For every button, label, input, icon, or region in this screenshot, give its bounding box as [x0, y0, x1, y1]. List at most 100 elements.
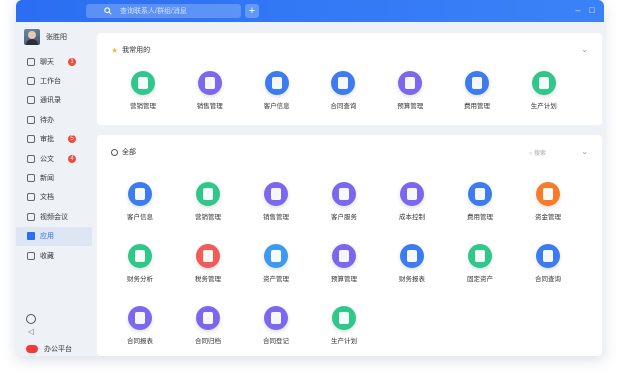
minimize-button[interactable]: –: [572, 4, 584, 16]
app-label: 费用管理: [464, 103, 490, 110]
avatar[interactable]: [24, 29, 40, 45]
sidebar-item-label: 新闻: [40, 175, 54, 183]
global-search-input[interactable]: 查询联系人/群组/消息: [86, 4, 241, 18]
all-apps-icon: [111, 148, 118, 156]
video-icon: [27, 212, 35, 221]
chevron-down-icon[interactable]: ⌄: [581, 45, 588, 54]
sidebar-item-video[interactable]: 视频会议: [16, 207, 92, 226]
app-tile[interactable]: 固定资产: [450, 244, 510, 283]
all-apps-title-text: 全部: [122, 149, 136, 156]
app-glyph: [472, 77, 482, 89]
sidebar-item-archive[interactable]: 文档: [16, 188, 92, 207]
archive-icon: [27, 193, 35, 202]
app-glyph: [204, 77, 215, 89]
sidebar-item-label: 聊天: [40, 58, 54, 66]
app-label: 合同登记: [263, 338, 289, 345]
app-tile[interactable]: 合同报表: [110, 306, 170, 345]
app-glyph: [543, 188, 553, 200]
app-tile[interactable]: 税务管理: [178, 244, 238, 283]
all-apps-title: 全部: [111, 147, 136, 157]
finance-analysis-icon: [128, 244, 152, 268]
apps-icon: [27, 232, 35, 241]
unread-badge: 4: [68, 154, 76, 163]
app-tile[interactable]: 合同查询: [313, 71, 373, 110]
app-tile[interactable]: 营销管理: [113, 71, 173, 110]
app-tile[interactable]: 销售管理: [180, 71, 240, 110]
add-button[interactable]: +: [245, 4, 259, 18]
sidebar-item-workbench[interactable]: 工作台: [16, 71, 92, 90]
sidebar-item-favorites[interactable]: 收藏: [16, 246, 92, 265]
app-glyph: [339, 188, 349, 200]
app-glyph: [135, 312, 145, 324]
sidebar-item-label: 收藏: [40, 252, 54, 260]
office-platform-icon: [26, 345, 38, 353]
tax-icon: [196, 244, 220, 268]
app-label: 预算管理: [397, 103, 424, 110]
app-tile[interactable]: 成本控制: [382, 182, 442, 221]
app-tile[interactable]: 合同登记: [246, 306, 306, 345]
settings-icon[interactable]: [26, 314, 36, 324]
sidebar-item-label: 文档: [40, 194, 54, 202]
sidebar-item-label: 应用: [40, 233, 54, 241]
app-tile[interactable]: 资产管理: [246, 244, 306, 283]
sidebar-item-label: 通讯录: [40, 97, 61, 105]
collapse-icon[interactable]: ◁: [28, 327, 34, 336]
marketing-icon: [196, 182, 220, 206]
app-search-input[interactable]: ○ 搜索: [529, 148, 546, 157]
sidebar-item-todo[interactable]: 待办: [16, 110, 92, 129]
app-tile[interactable]: 预算管理: [380, 71, 440, 110]
sidebar-item-apps[interactable]: 应用: [16, 226, 92, 246]
app-glyph: [271, 312, 281, 324]
office-platform-link[interactable]: 办公平台: [26, 344, 72, 354]
sidebar-item-label: 审批: [40, 136, 54, 144]
production-plan-icon: [332, 306, 356, 330]
sidebar-item-contacts[interactable]: 通讯录: [16, 91, 92, 110]
star-icon: ★: [111, 45, 119, 55]
approval-icon: [27, 135, 35, 144]
app-glyph: [203, 312, 213, 324]
app-glyph: [203, 250, 213, 262]
sidebar-item-approval[interactable]: 审批 5: [16, 130, 92, 149]
app-tile[interactable]: 资金管理: [518, 182, 578, 221]
maximize-button[interactable]: □: [586, 4, 598, 16]
contract-archive-icon: [196, 306, 220, 330]
app-glyph: [338, 77, 349, 89]
app-glyph: [339, 312, 349, 324]
frequent-apps-panel: ★ 我常用的 ⌄ 营销管理 销售管理 客户信息 合同查询 预算管理 费用管理 生产计划: [97, 33, 602, 125]
app-label: 生产计划: [530, 103, 557, 110]
app-label: 客户服务: [331, 214, 357, 221]
sidebar-item-document[interactable]: 公文 4: [16, 149, 92, 168]
sidebar-item-chat[interactable]: 聊天 1: [16, 52, 92, 71]
app-tile[interactable]: 合同归档: [178, 306, 238, 345]
app-label: 资金管理: [535, 214, 561, 221]
app-label: 成本控制: [399, 214, 425, 221]
app-tile[interactable]: 销售管理: [246, 182, 306, 221]
app-label: 合同查询: [330, 103, 357, 110]
app-tile[interactable]: 费用管理: [450, 182, 510, 221]
app-tile[interactable]: 财务报表: [382, 244, 442, 283]
app-tile[interactable]: 预算管理: [314, 244, 374, 283]
contract-query-icon: [536, 244, 560, 268]
app-tile[interactable]: 客户服务: [314, 182, 374, 221]
app-glyph: [271, 250, 281, 262]
sidebar-item-news[interactable]: 新闻: [16, 168, 92, 187]
app-tile[interactable]: 生产计划: [514, 71, 574, 110]
fund-icon: [536, 182, 560, 206]
app-tile[interactable]: 生产计划: [314, 306, 374, 345]
app-label: 营销管理: [195, 214, 221, 221]
app-glyph: [405, 77, 416, 89]
app-tile[interactable]: 合同查询: [518, 244, 578, 283]
chevron-down-icon[interactable]: ⌄: [581, 147, 588, 156]
favorites-icon: [27, 251, 35, 260]
app-glyph: [475, 188, 485, 200]
app-label: 合同报表: [127, 338, 153, 345]
app-glyph: [135, 188, 145, 200]
app-tile[interactable]: 费用管理: [447, 71, 507, 110]
user-profile[interactable]: 张胜阳: [24, 29, 67, 45]
app-tile[interactable]: 财务分析: [110, 244, 170, 283]
app-tile[interactable]: 客户信息: [247, 71, 307, 110]
app-tile[interactable]: 营销管理: [178, 182, 238, 221]
production-plan-icon: [531, 71, 556, 95]
customer-info-icon: [128, 182, 152, 206]
app-tile[interactable]: 客户信息: [110, 182, 170, 221]
